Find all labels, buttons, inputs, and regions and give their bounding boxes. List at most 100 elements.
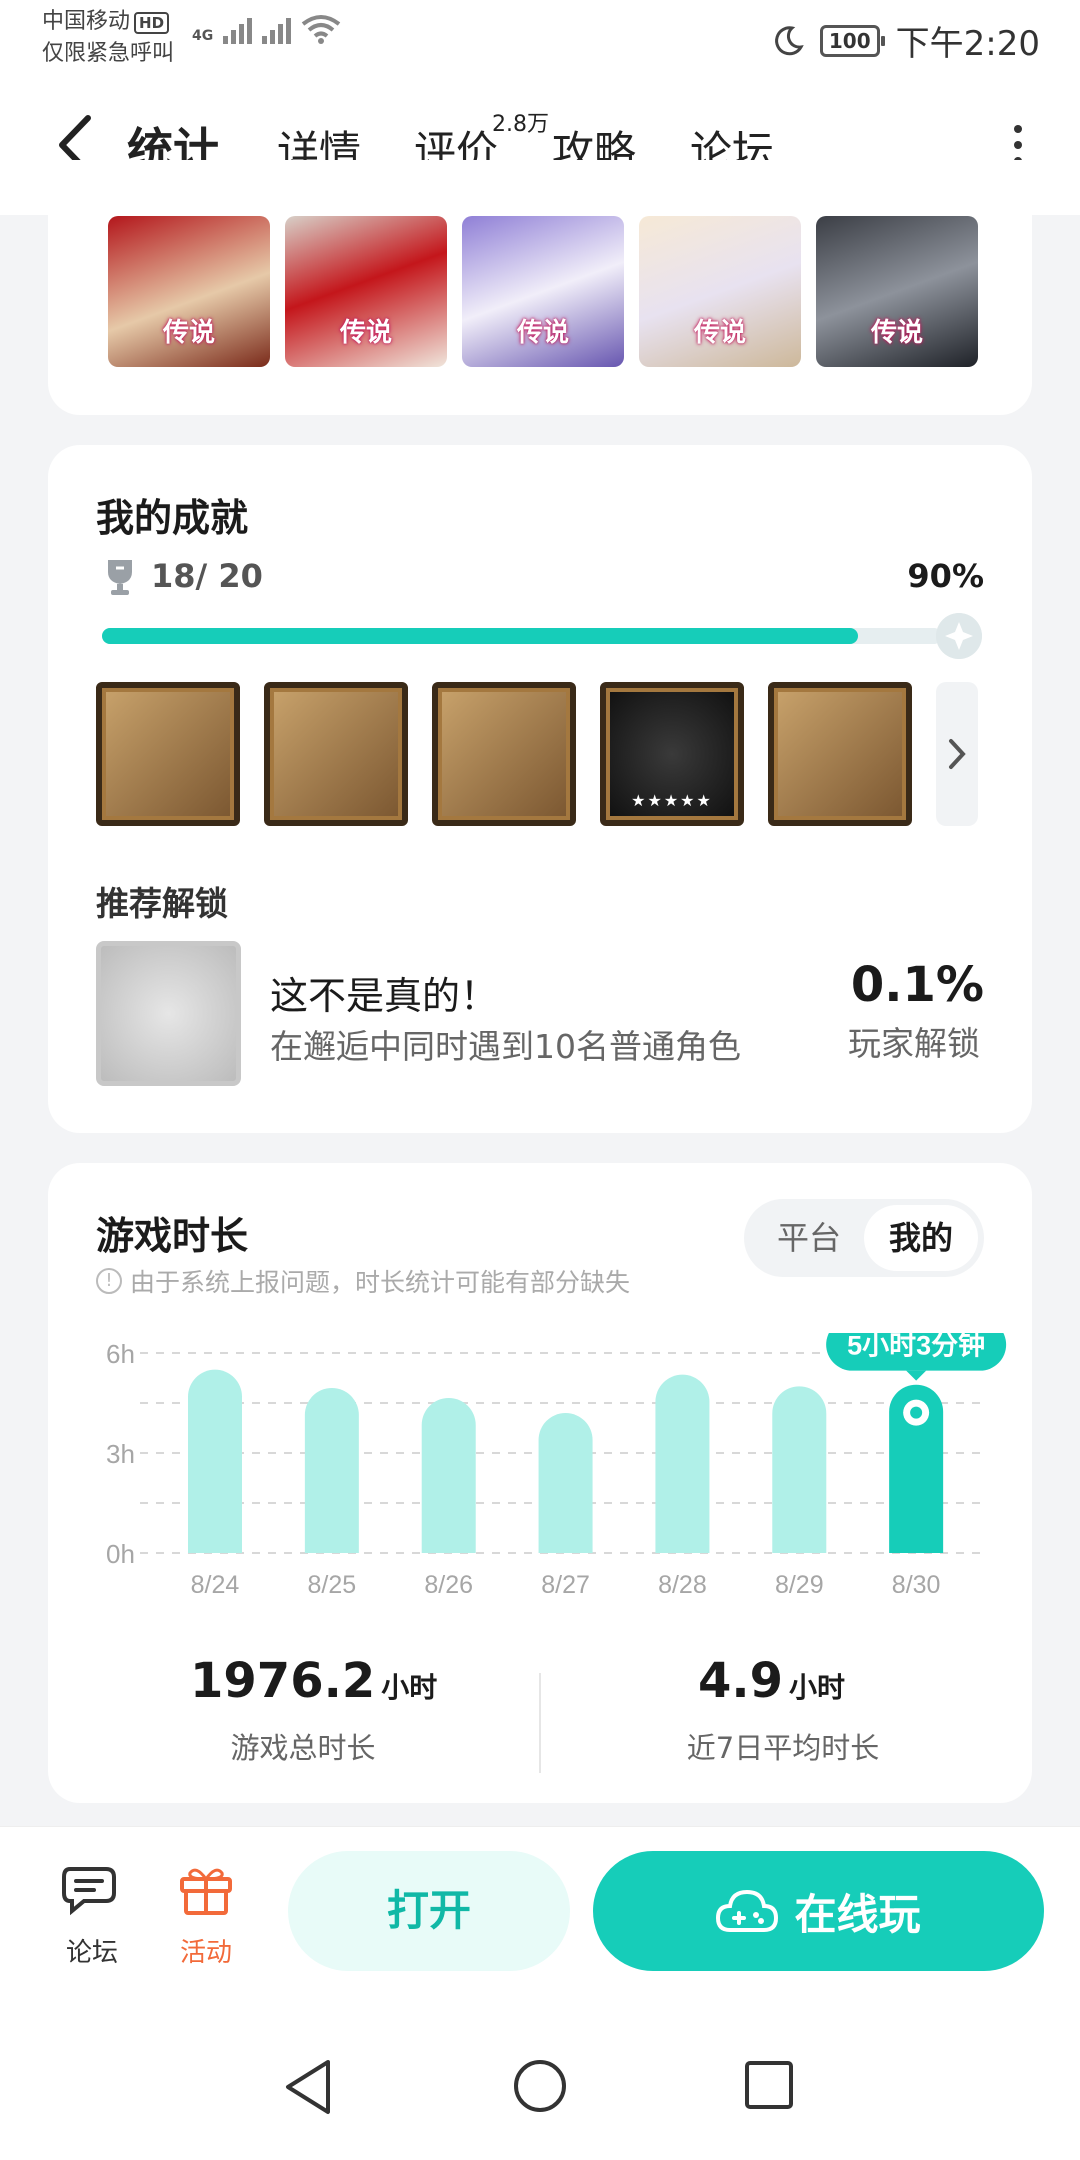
activity-shortcut[interactable]: 活动 xyxy=(166,1863,246,1969)
average-playtime: 4.9 小时 xyxy=(698,1653,845,1709)
playtime-chart: 0h 3h 6h 8/24 8/25 8/26 8/27 8/28 8/29 8/30 5小时3分钟 xyxy=(106,1333,1007,1599)
system-nav-bar xyxy=(0,1988,1080,2160)
recommend-title: 推荐解锁 xyxy=(96,884,228,923)
achievement-badge[interactable] xyxy=(264,682,408,826)
achievement-progress-fill xyxy=(102,628,858,644)
signal-icon xyxy=(223,14,253,44)
carrier-name: 中国移动 xyxy=(42,9,131,34)
nav-home-icon[interactable] xyxy=(512,2058,568,2114)
chart-x-tick-label: 8/30 xyxy=(892,1571,941,1599)
legend-character-card[interactable]: 传说 xyxy=(639,216,801,367)
legend-character-card[interactable]: 传说 xyxy=(285,216,447,367)
info-icon: ! xyxy=(96,1268,122,1294)
achievement-count: 18/ 20 xyxy=(151,557,263,595)
legend-card: 传说 传说 传说 传说 传说 xyxy=(48,160,1032,415)
chart-y-tick-label: 6h xyxy=(106,1339,135,1369)
chat-bubble-icon xyxy=(62,1867,116,1916)
carrier-info: 中国移动 HD 仅限紧急呼叫 xyxy=(42,6,174,70)
cloud-gamepad-icon xyxy=(716,1889,779,1932)
play-online-button[interactable]: 在线玩 xyxy=(593,1851,1044,1971)
play-online-label: 在线玩 xyxy=(794,1889,921,1939)
total-playtime-label: 游戏总时长 xyxy=(230,1731,376,1765)
chart-x-tick-label: 8/25 xyxy=(308,1571,357,1599)
chart-bar[interactable] xyxy=(421,1398,476,1553)
achievements-card: 我的成就 18/ 20 90% ★★★★★ 推荐解锁 这不是真的！ 在邂逅中同时… xyxy=(48,445,1032,1133)
achievement-badge[interactable] xyxy=(768,682,912,826)
legend-label: 传说 xyxy=(339,318,392,348)
average-playtime-value: 4.9 xyxy=(698,1653,784,1709)
status-right: 100 下午2:20 xyxy=(772,16,1040,65)
legend-list: 传说 传说 传说 传说 传说 xyxy=(108,216,978,367)
legend-label: 传说 xyxy=(516,318,569,348)
gift-icon xyxy=(180,1868,232,1915)
recommend-achievement-image[interactable] xyxy=(96,941,241,1086)
chart-bar[interactable] xyxy=(304,1388,359,1553)
achievement-percent: 90% xyxy=(907,557,984,595)
total-playtime-unit: 小时 xyxy=(381,1671,438,1704)
emergency-text: 仅限紧急呼叫 xyxy=(42,41,175,66)
average-playtime-label: 近7日平均时长 xyxy=(686,1731,880,1765)
playtime-notice-text: 由于系统上报问题，时长统计可能有部分缺失 xyxy=(130,1268,631,1297)
chart-bar[interactable] xyxy=(772,1386,827,1553)
chart-tooltip-text: 5小时3分钟 xyxy=(847,1333,985,1361)
chart-y-tick-label: 3h xyxy=(106,1439,135,1469)
legend-label: 传说 xyxy=(870,318,923,348)
chevron-right-icon xyxy=(949,739,966,769)
segment-mine[interactable]: 我的 xyxy=(864,1205,978,1271)
nav-back-icon[interactable] xyxy=(282,2058,336,2116)
network-type: 4G xyxy=(192,28,214,44)
bottom-action-bar: 论坛 活动 打开 在线玩 xyxy=(0,1826,1080,1988)
signal-indicators: 4G xyxy=(192,14,341,44)
forum-shortcut-label: 论坛 xyxy=(65,1938,118,1968)
average-playtime-unit: 小时 xyxy=(789,1671,846,1704)
legend-label: 传说 xyxy=(162,318,215,348)
five-star-icon: ★★★★★ xyxy=(631,791,713,810)
legend-character-card[interactable]: 传说 xyxy=(816,216,978,367)
recommend-unlock-rate: 0.1% xyxy=(850,957,984,1013)
chart-x-tick-label: 8/28 xyxy=(658,1571,707,1599)
nav-recents-icon[interactable] xyxy=(744,2060,794,2110)
playtime-segment-control: 平台 我的 xyxy=(744,1199,984,1277)
hd-icon: HD xyxy=(134,12,170,34)
stat-divider xyxy=(539,1673,541,1773)
signal-icon-2 xyxy=(262,14,292,44)
activity-shortcut-label: 活动 xyxy=(179,1938,232,1968)
badge-next-button[interactable] xyxy=(936,682,978,826)
status-bar: 中国移动 HD 仅限紧急呼叫 4G 100 下午2:20 xyxy=(0,0,1080,80)
achievement-badge[interactable]: ★★★★★ xyxy=(600,682,744,826)
total-playtime-value: 1976.2 xyxy=(190,1653,376,1709)
legend-character-card[interactable]: 传说 xyxy=(462,216,624,367)
open-button[interactable]: 打开 xyxy=(288,1851,570,1971)
recommend-unlock-label: 玩家解锁 xyxy=(848,1024,980,1063)
chart-bar[interactable] xyxy=(655,1374,710,1553)
wifi-icon xyxy=(302,15,341,44)
chart-bar[interactable] xyxy=(538,1413,593,1553)
chart-bar[interactable] xyxy=(188,1369,242,1553)
achievement-badge-list: ★★★★★ xyxy=(96,682,912,826)
recommend-achievement-name: 这不是真的！ xyxy=(270,974,499,1018)
achievement-progress-bar xyxy=(102,628,942,644)
playtime-card: 游戏时长 平台 我的 ! 由于系统上报问题，时长统计可能有部分缺失 0h 3h 6h… xyxy=(48,1163,1032,1803)
chart-x-tick-label: 8/27 xyxy=(541,1571,590,1599)
chart-tooltip-pointer xyxy=(906,1370,927,1381)
chart-x-tick-label: 8/26 xyxy=(424,1571,473,1599)
clock: 下午2:20 xyxy=(895,24,1040,64)
legend-label: 传说 xyxy=(693,318,746,348)
playtime-notice: ! 由于系统上报问题，时长统计可能有部分缺失 xyxy=(96,1263,630,1299)
chart-y-tick-label: 0h xyxy=(106,1539,135,1569)
achievements-title: 我的成就 xyxy=(96,496,249,540)
segment-platform[interactable]: 平台 xyxy=(754,1205,864,1271)
playtime-title: 游戏时长 xyxy=(96,1214,249,1258)
more-options-icon[interactable] xyxy=(1014,125,1022,165)
chart-x-tick-label: 8/24 xyxy=(191,1571,240,1599)
forum-shortcut[interactable]: 论坛 xyxy=(52,1863,132,1969)
achievement-badge[interactable] xyxy=(96,682,240,826)
battery-icon: 100 xyxy=(819,24,885,57)
chart-x-tick-label: 8/29 xyxy=(775,1571,824,1599)
achievement-badge[interactable] xyxy=(432,682,576,826)
legend-character-card[interactable]: 传说 xyxy=(108,216,270,367)
chart-selected-marker-dot xyxy=(910,1406,923,1419)
recommend-achievement-desc: 在邂逅中同时遇到10名普通角色 xyxy=(270,1027,741,1066)
trophy-icon xyxy=(108,560,132,595)
total-playtime: 1976.2 小时 xyxy=(190,1653,437,1709)
